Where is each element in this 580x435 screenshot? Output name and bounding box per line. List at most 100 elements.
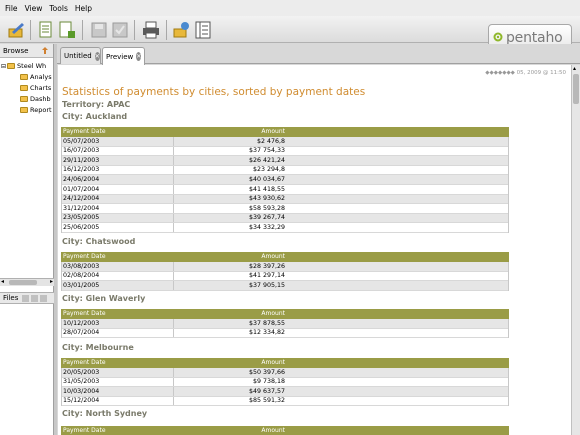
refresh-icon[interactable] [41,46,49,57]
column-divider [173,156,174,165]
payment-date-cell: 03/08/2003 [63,262,100,270]
save-as-icon[interactable] [110,20,130,40]
payment-date-cell: 31/12/2004 [63,204,100,212]
table-header: Payment Date Amount [61,358,509,368]
city-heading: City: Auckland [62,112,128,121]
folder-icon [20,107,28,113]
files-label: Files [3,294,19,302]
column-divider [173,396,174,406]
city-heading: City: Glen Waverly [62,294,146,303]
column-divider [173,213,174,223]
folder-icon [20,85,28,91]
scroll-thumb[interactable] [573,74,579,104]
amount-cell: $40 034,67 [248,175,285,183]
tree-item-analysis[interactable]: Analys [20,72,52,82]
folder-icon [7,63,16,69]
table-row: 16/07/2003 $37 754,33 [61,146,509,157]
menu-file[interactable]: File [5,4,18,13]
report-preview: ◆◆◆◆◆◆◆ 05, 2009 @ 11:50 Statistics of p… [58,65,571,435]
payment-date-cell: 16/12/2003 [63,166,100,174]
browse-panel: Browse ⊟ Steel Wh Analys Charts Dashb Re… [0,44,54,435]
tree-item-steel-wheels[interactable]: ⊟ Steel Wh [1,61,46,71]
column-header-payment-date: Payment Date [63,359,106,366]
tree-item-label: Analys [30,73,52,81]
close-icon[interactable]: ✕ [136,52,142,61]
table-row: 03/08/2003 $28 397,26 [61,262,509,272]
report-layout-icon[interactable] [193,20,213,40]
pentaho-swirl-icon [493,31,503,45]
amount-cell: $43 930,62 [248,195,285,203]
column-header-amount: Amount [261,310,285,317]
column-header-amount: Amount [261,128,285,135]
panel-splitter[interactable] [54,44,57,435]
print-icon[interactable] [141,20,161,40]
column-divider [173,194,174,204]
payment-date-cell: 16/07/2003 [63,147,100,155]
city-heading: City: Chatswood [62,237,136,246]
scroll-left-icon[interactable]: ◂ [1,278,4,285]
expand-minus-icon[interactable]: ⊟ [1,63,6,70]
tree-item-label: Charts [30,84,52,92]
save-icon[interactable] [89,20,109,40]
payment-date-cell: 10/12/2003 [63,319,100,327]
column-divider [173,185,174,194]
column-header-payment-date: Payment Date [63,427,106,434]
menu-tools[interactable]: Tools [49,4,67,13]
payment-date-cell: 24/12/2004 [63,195,100,203]
close-icon[interactable]: ✕ [94,51,100,61]
scroll-right-icon[interactable]: ▸ [50,278,53,285]
files-edit-icon[interactable] [22,294,30,302]
amount-cell: $85 591,32 [248,397,285,405]
scroll-up-icon[interactable]: ▴ [573,65,576,72]
column-divider [173,262,174,271]
payment-date-cell: 03/01/2005 [63,281,100,289]
files-view-icon[interactable] [40,294,48,302]
tree-horizontal-scrollbar[interactable]: ◂ ▸ [0,278,54,286]
amount-cell: $34 332,29 [248,223,285,231]
repository-tree: ⊟ Steel Wh Analys Charts Dashb Report [0,58,53,280]
menu-help[interactable]: Help [75,4,92,13]
city-heading: City: Melbourne [62,343,134,352]
table-row: 03/01/2005 $37 905,15 [61,281,509,291]
amount-cell: $9 738,18 [252,378,285,386]
folder-icon [20,96,28,102]
tab-preview[interactable]: Preview ✕ [102,47,145,65]
report-title: Statistics of payments by cities, sorted… [62,86,366,98]
report-vertical-scrollbar[interactable]: ▴ [571,65,580,435]
amount-cell: $58 593,28 [248,204,285,212]
browse-label: Browse [3,46,29,55]
payment-date-cell: 31/05/2003 [63,378,100,386]
scroll-thumb[interactable] [9,280,37,285]
new-document-icon[interactable] [57,20,77,40]
amount-cell: $37 905,15 [248,281,285,289]
browse-header: Browse [0,44,53,58]
menu-view[interactable]: View [25,4,43,13]
table-header: Payment Date Amount [61,309,509,319]
publish-icon[interactable] [172,20,192,40]
table-row: 05/07/2003 $2 476,8 [61,137,509,147]
column-divider [173,165,174,175]
tab-untitled[interactable]: Untitled ✕ [60,47,101,64]
new-report-icon[interactable] [6,20,26,40]
column-header-payment-date: Payment Date [63,128,106,135]
table-row: 02/08/2004 $41 297,14 [61,271,509,282]
tree-item-charts[interactable]: Charts [20,83,51,93]
table-row: 24/06/2004 $40 034,67 [61,175,509,185]
tab-label: Preview [106,52,134,61]
files-delete-icon[interactable] [31,294,39,302]
table-row: 16/12/2003 $23 294,8 [61,165,509,176]
page-setup-icon[interactable] [36,20,56,40]
column-divider [173,204,174,213]
payment-date-cell: 15/12/2004 [63,397,100,405]
report-timestamp: ◆◆◆◆◆◆◆ 05, 2009 @ 11:50 [485,70,566,76]
amount-cell: $26 421,24 [248,156,285,164]
tree-item-reports[interactable]: Report [20,105,52,115]
territory-heading: Territory: APAC [62,100,131,109]
column-header-payment-date: Payment Date [63,310,106,317]
payment-date-cell: 25/06/2005 [63,223,100,231]
column-divider [173,223,174,232]
table-header: Payment Date Amount [61,252,509,262]
table-header: Payment Date Amount [61,127,509,137]
amount-cell: $23 294,8 [252,166,285,174]
tree-item-dashboards[interactable]: Dashb [20,94,51,104]
